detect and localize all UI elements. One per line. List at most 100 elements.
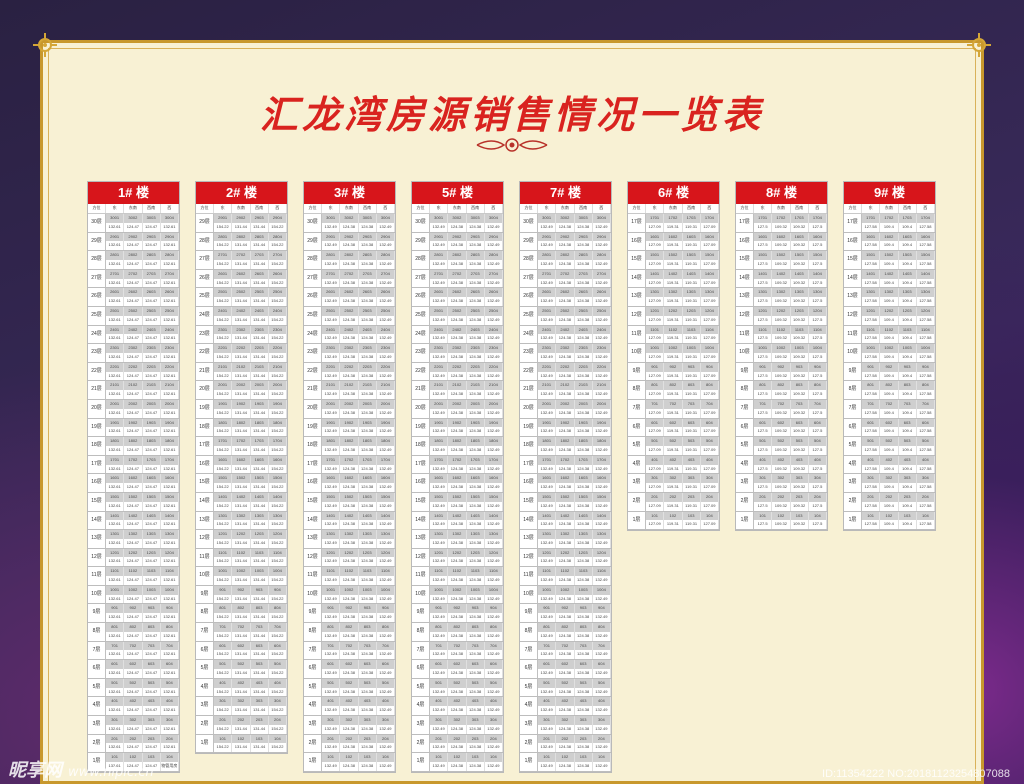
unit-area: 124.38	[359, 241, 377, 251]
unit-area: 154.22	[269, 631, 287, 641]
unit-area: 132.49	[485, 371, 503, 381]
unit-area: 132.61	[161, 669, 179, 678]
unit-area: 124.47	[143, 427, 161, 437]
unit-number: 2904	[593, 232, 611, 242]
unit-area: 132.49	[430, 631, 449, 641]
floor-label: 4层	[736, 455, 754, 474]
unit-number-row: 1601 1602 1603 1604	[322, 474, 395, 484]
unit-number: 1201	[214, 530, 233, 539]
unit-number-row: 1201 1202 1203 1204	[430, 548, 503, 558]
floor-row: 18层 1801 1802 1803 1804 132.61 124.47 124.47 132…	[88, 437, 179, 456]
unit-number: 3002	[340, 214, 359, 223]
unit-area: 127.58	[862, 241, 881, 251]
unit-number: 801	[214, 604, 233, 614]
unit-area: 154.22	[214, 743, 233, 753]
unit-area: 131.44	[251, 501, 269, 511]
unit-area: 124.47	[143, 371, 161, 381]
unit-area: 127.09	[701, 371, 719, 381]
unit-area: 131.44	[251, 427, 269, 437]
unit-number: 204	[485, 734, 503, 744]
unit-area: 127.58	[862, 334, 881, 344]
floor-row: 25层 2501 2502 2503 2504 132.49 124.38 124.38 132…	[412, 306, 503, 326]
floor-row: 16层 1601 1602 1603 1604 132.49 124.38 124.38 132…	[520, 474, 611, 493]
floor-row: 18层 1801 1802 1803 1804 132.49 124.38 124.38 132…	[520, 437, 611, 456]
unit-area: 154.22	[269, 669, 287, 678]
unit-number: 1201	[646, 306, 665, 316]
unit-number: 901	[646, 362, 665, 372]
floor-label: 20层	[196, 381, 214, 399]
unit-area: 132.49	[485, 408, 503, 418]
unit-number-row: 201 202 203 204	[538, 734, 611, 744]
unit-area-row: 127.58 109.4 109.4 127.58	[862, 259, 935, 269]
unit-area: 132.61	[161, 371, 179, 381]
unit-area: 124.47	[143, 408, 161, 418]
floor-label: 12层	[736, 306, 754, 325]
unit-number: 2002	[556, 399, 575, 409]
floor-row: 10层 1001 1002 1003 1004 154.22 131.44 131.44 154…	[196, 567, 287, 586]
unit-area-row: 132.49 124.38 124.38 132.49	[538, 631, 611, 641]
unit-number-row: 2101 2102 2103 2104	[430, 381, 503, 391]
floor-row: 24层 2401 2402 2403 2404 132.49 124.38 124.38 132…	[304, 325, 395, 345]
unit-number: 1402	[664, 269, 683, 279]
unit-number: 1402	[880, 269, 899, 279]
unit-number-row: 2101 2102 2103 2104	[322, 381, 395, 391]
floor-row: 24层 2401 2402 2403 2404 132.61 124.47 124.47 132…	[88, 325, 179, 345]
floor-label: 14层	[412, 511, 430, 530]
unit-number: 1801	[430, 437, 449, 446]
unit-area-row: 132.49 124.38 124.38 132.49	[322, 464, 395, 474]
unit-number: 2502	[556, 306, 575, 316]
unit-number: 1901	[106, 418, 125, 428]
unit-number: 2903	[575, 232, 593, 242]
unit-number-row: 401 402 403 404	[862, 455, 935, 465]
unit-area-row: 132.49 124.38 124.38 132.49	[538, 669, 611, 678]
unit-number: 101	[862, 511, 881, 521]
unit-number: 903	[143, 604, 161, 614]
floor-label: 14层	[304, 511, 322, 530]
unit-number-row: 501 502 503 504	[862, 437, 935, 446]
unit-area: 109.4	[880, 259, 899, 269]
unit-area: 124.38	[448, 390, 467, 399]
unit-number: 1201	[754, 306, 773, 316]
floor-label: 7层	[628, 399, 646, 418]
unit-area: 154.22	[214, 687, 233, 697]
unit-area: 132.49	[485, 390, 503, 399]
unit-area: 124.38	[556, 390, 575, 399]
floor-row: 1层 101 102 103 104 127.58 109.4 109.4 127.58	[844, 511, 935, 531]
unit-number: 2801	[214, 232, 233, 242]
unit-number: 502	[664, 437, 683, 446]
unit-number-row: 101 102 103 104	[322, 753, 395, 763]
unit-number: 2104	[161, 381, 179, 391]
unit-area: 132.49	[377, 408, 395, 418]
unit-number-row: 2201 2202 2203 2204	[538, 362, 611, 372]
unit-area-row: 127.09 119.31 119.31 127.09	[646, 483, 719, 492]
unit-area: 124.38	[467, 241, 485, 251]
floor-label: 26层	[520, 288, 538, 306]
column-header: 西南	[359, 204, 377, 213]
unit-area: 109.32	[791, 520, 809, 530]
unit-number: 1703	[791, 214, 809, 223]
unit-number-row: 2201 2202 2203 2204	[430, 362, 503, 372]
unit-area: 124.38	[556, 762, 575, 771]
floor-label: 18层	[88, 437, 106, 455]
unit-number: 1404	[701, 269, 719, 279]
unit-area-row: 132.49 124.38 124.38 132.49	[538, 390, 611, 399]
column-header: 西	[161, 204, 179, 213]
unit-number-row: 801 802 803 804	[106, 623, 179, 632]
unit-number-row: 2001 2002 2003 2004	[214, 381, 287, 391]
unit-number-row: 201 202 203 204	[214, 716, 287, 725]
floor-row: 11层 1101 1102 1103 1104 127.09 119.31 119.31 127…	[628, 325, 719, 345]
unit-area: 127.5	[754, 427, 773, 437]
unit-number: 2501	[538, 306, 557, 316]
unit-number: 2401	[106, 325, 125, 335]
unit-number-row: 1801 1802 1803 1804	[430, 437, 503, 446]
unit-number: 2602	[340, 288, 359, 298]
unit-number-row: 901 902 903 904	[862, 362, 935, 372]
unit-area: 132.61	[161, 483, 179, 492]
unit-number: 2701	[538, 269, 557, 279]
floor-row: 14层 1401 1402 1403 1404 154.22 131.44 131.44 154…	[196, 492, 287, 512]
unit-number-row: 1601 1602 1603 1604	[106, 474, 179, 484]
unit-area: 124.38	[340, 520, 359, 530]
unit-area: 124.38	[556, 464, 575, 474]
unit-area: 132.49	[430, 390, 449, 399]
unit-number-row: 901 902 903 904	[214, 585, 287, 595]
